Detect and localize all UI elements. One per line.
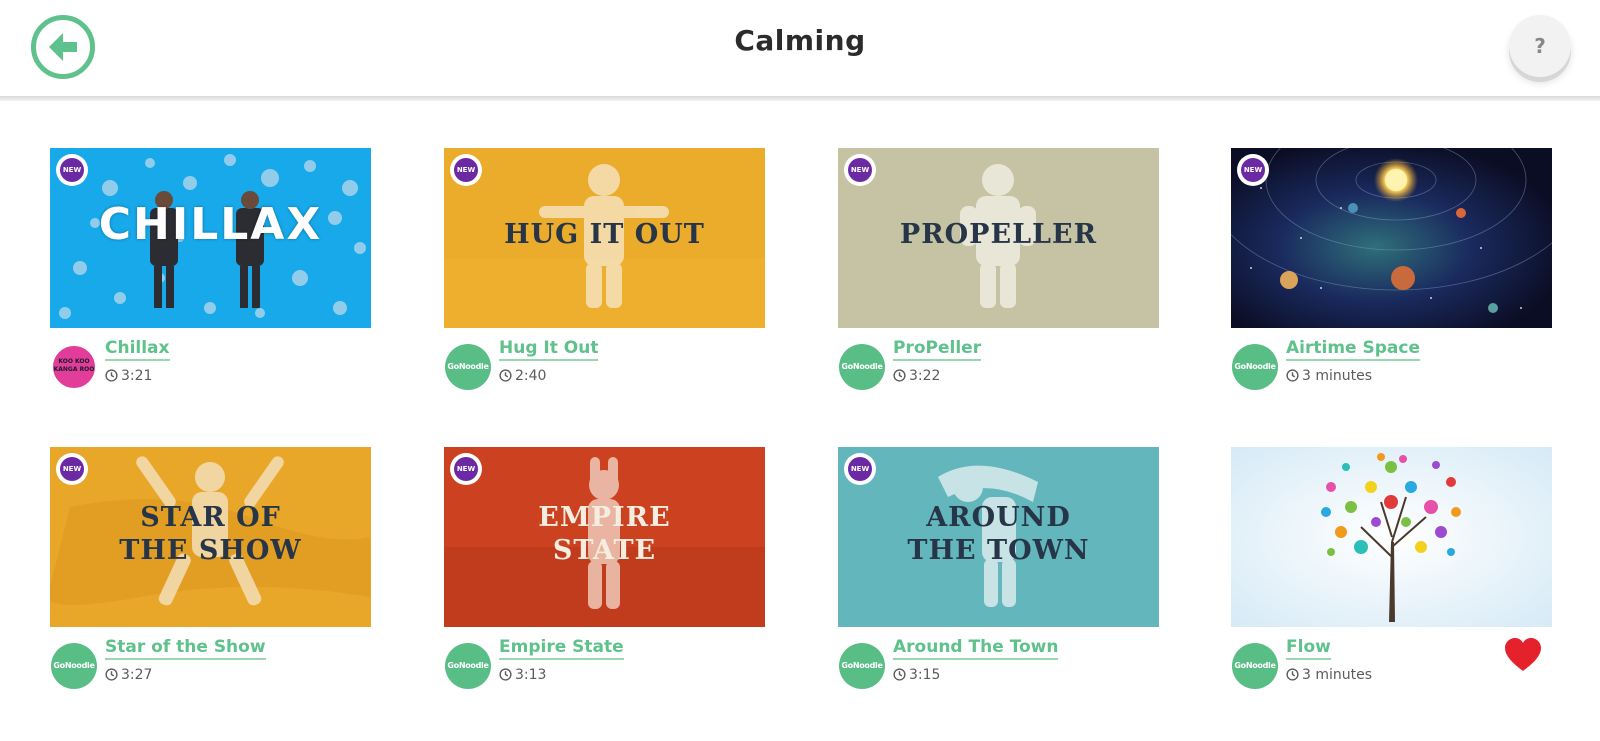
thumbnail-title: CHILLAX <box>98 199 323 250</box>
video-thumbnail[interactable]: AROUND THE TOWN NEW <box>838 447 1159 627</box>
video-thumbnail[interactable]: PROPELLER NEW <box>838 148 1159 328</box>
video-card[interactable]: HUG IT OUT NEW GoNoodle Hug It Out 2:40 <box>444 148 765 408</box>
video-title-link[interactable]: Airtime Space <box>1286 338 1420 361</box>
clock-icon <box>105 369 118 382</box>
video-duration: 3:15 <box>893 667 940 683</box>
thumbnail-title: HUG IT OUT <box>504 219 705 250</box>
channel-logo[interactable]: GoNoodle <box>1232 344 1278 390</box>
clock-icon <box>499 369 512 382</box>
video-card[interactable]: CHILLAX NEW KOO KOO KANGA ROO Chillax 3:… <box>50 148 371 408</box>
thumbnail-title: STAR OF THE SHOW <box>119 502 302 566</box>
video-thumbnail[interactable]: NEW <box>1231 148 1552 328</box>
video-duration: 3 minutes <box>1286 667 1372 683</box>
video-duration: 2:40 <box>499 368 546 384</box>
video-card[interactable]: PROPELLER NEW GoNoodle ProPeller 3:22 <box>838 148 1159 408</box>
clock-icon <box>893 668 906 681</box>
video-card[interactable]: AROUND THE TOWN NEW GoNoodle Around The T… <box>838 447 1159 707</box>
video-duration: 3:13 <box>499 667 546 683</box>
clock-icon <box>1286 369 1299 382</box>
clock-icon <box>499 668 512 681</box>
video-title-link[interactable]: Empire State <box>499 637 624 660</box>
clock-icon <box>893 369 906 382</box>
new-badge: NEW <box>843 452 877 486</box>
video-thumbnail[interactable]: CHILLAX NEW <box>50 148 371 328</box>
top-bar: Calming ? <box>0 0 1600 96</box>
video-thumbnail[interactable]: EMPIRE STATE NEW <box>444 447 765 627</box>
thumbnail-title: EMPIRE STATE <box>538 502 671 566</box>
help-button[interactable]: ? <box>1509 15 1571 77</box>
thumbnail-title: PROPELLER <box>899 219 1098 250</box>
channel-logo[interactable]: GoNoodle <box>445 643 491 689</box>
new-badge: NEW <box>55 452 89 486</box>
video-duration: 3:22 <box>893 368 940 384</box>
header-divider <box>0 96 1600 101</box>
video-card[interactable]: EMPIRE STATE NEW GoNoodle Empire State 3:… <box>444 447 765 707</box>
new-badge: NEW <box>1236 153 1270 187</box>
video-title-link[interactable]: Hug It Out <box>499 338 599 361</box>
new-badge: NEW <box>449 153 483 187</box>
thumbnail-title: AROUND THE TOWN <box>907 502 1090 566</box>
page-title: Calming <box>734 24 866 57</box>
heart-icon[interactable] <box>1503 637 1543 673</box>
channel-logo[interactable]: GoNoodle <box>839 643 885 689</box>
video-card[interactable]: NEW GoNoodle Airtime Space 3 minutes <box>1231 148 1552 408</box>
clock-icon <box>105 668 118 681</box>
video-card[interactable]: STAR OF THE SHOW NEW GoNoodle Star of the… <box>50 447 371 707</box>
video-title-link[interactable]: ProPeller <box>893 338 982 361</box>
new-badge: NEW <box>843 153 877 187</box>
video-thumbnail[interactable]: HUG IT OUT NEW <box>444 148 765 328</box>
video-card[interactable]: GoNoodle Flow 3 minutes <box>1231 447 1552 707</box>
channel-logo[interactable]: KOO KOO KANGA ROO <box>51 344 97 390</box>
channel-logo[interactable]: GoNoodle <box>1232 643 1278 689</box>
video-thumbnail[interactable] <box>1231 447 1552 627</box>
new-badge: NEW <box>449 452 483 486</box>
video-duration: 3:21 <box>105 368 152 384</box>
channel-logo[interactable]: GoNoodle <box>445 344 491 390</box>
video-title-link[interactable]: Star of the Show <box>105 637 266 660</box>
video-title-link[interactable]: Flow <box>1286 637 1331 660</box>
new-badge: NEW <box>55 153 89 187</box>
video-title-link[interactable]: Chillax <box>105 338 170 361</box>
channel-logo[interactable]: GoNoodle <box>51 643 97 689</box>
channel-logo[interactable]: GoNoodle <box>839 344 885 390</box>
video-duration: 3 minutes <box>1286 368 1372 384</box>
video-thumbnail[interactable]: STAR OF THE SHOW NEW <box>50 447 371 627</box>
clock-icon <box>1286 668 1299 681</box>
video-title-link[interactable]: Around The Town <box>893 637 1059 660</box>
video-duration: 3:27 <box>105 667 152 683</box>
